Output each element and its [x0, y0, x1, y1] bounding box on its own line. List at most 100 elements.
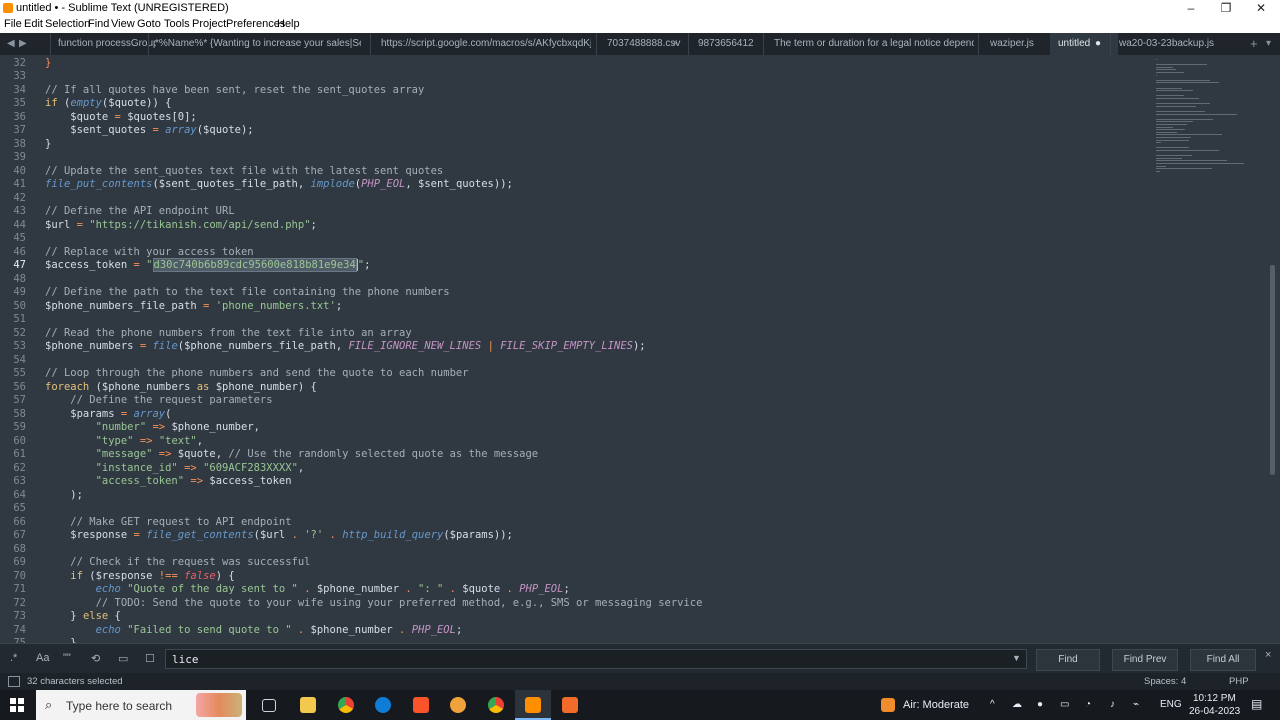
code-line[interactable]: "instance_id" => "609ACF283XXXX", [45, 462, 305, 476]
code-line[interactable]: // Update the sent_quotes text file with… [45, 165, 443, 179]
tab-function-processgroup[interactable]: function processGroup(e [50, 33, 156, 55]
find-button[interactable]: Find [1036, 649, 1100, 671]
tab-phone-number[interactable]: 9873656412 [688, 33, 768, 55]
case-sensitive-icon[interactable]: Aa [36, 652, 49, 664]
new-tab-icon[interactable]: + [1250, 33, 1258, 55]
unsaved-dot-icon[interactable]: ● [1095, 33, 1101, 55]
code-line[interactable]: $phone_numbers_file_path = 'phone_number… [45, 300, 342, 314]
code-line[interactable]: $access_token = "d30c740b6b89cdc95600e81… [45, 258, 370, 273]
code-line[interactable]: "type" => "text", [45, 435, 204, 449]
code-line[interactable]: $params = array( [45, 408, 171, 422]
weather-text[interactable]: Air: Moderate [903, 699, 969, 711]
tab-scroll-left-icon[interactable]: ◀ [7, 33, 15, 55]
code-line[interactable]: "access_token" => $access_token [45, 475, 292, 489]
chrome-icon[interactable] [338, 697, 354, 713]
tab-list-icon[interactable]: ▾ [1266, 33, 1271, 55]
menu-file[interactable]: File [4, 18, 22, 30]
windows-start-icon[interactable] [10, 698, 24, 712]
wifi-icon[interactable]: ◔ [1085, 699, 1091, 710]
find-history-icon[interactable]: ▼ [1012, 653, 1021, 663]
code-line[interactable]: } [45, 57, 51, 71]
menu-find[interactable]: Find [88, 18, 109, 30]
regex-toggle-icon[interactable]: .* [10, 652, 17, 664]
find-prev-button[interactable]: Find Prev [1112, 649, 1178, 671]
code-line[interactable]: // TODO: Send the quote to your wife usi… [45, 597, 703, 611]
brave-icon[interactable] [413, 697, 429, 713]
code-line[interactable]: echo "Failed to send quote to " . $phone… [45, 624, 463, 638]
notifications-icon[interactable]: ▤ [1251, 697, 1262, 711]
menu-view[interactable]: View [111, 18, 135, 30]
tab-script-url[interactable]: https://script.google.com/macros/s/AKfyc… [370, 33, 591, 55]
find-input[interactable]: lice [165, 649, 1027, 669]
close-tab-icon[interactable]: × [672, 33, 678, 55]
menu-goto[interactable]: Goto [137, 18, 161, 30]
file-explorer-icon[interactable] [300, 697, 316, 713]
code-line[interactable]: file_put_contents($sent_quotes_file_path… [45, 178, 513, 192]
vertical-scrollbar[interactable] [1270, 265, 1275, 475]
minimize-button[interactable]: – [1174, 0, 1208, 17]
maximize-button[interactable]: ❐ [1209, 0, 1243, 17]
tab-wa20-backup[interactable]: wa20-03-23backup.js [1110, 33, 1219, 55]
whole-word-icon[interactable]: "" [63, 652, 71, 664]
tab-name-sales[interactable]: *%Name%* {Wanting to increase your sales… [148, 33, 361, 55]
indentation-status[interactable]: Spaces: 4 [1144, 676, 1186, 687]
code-line[interactable]: foreach ($phone_numbers as $phone_number… [45, 381, 317, 395]
code-line[interactable]: $response = file_get_contents($url . '?'… [45, 529, 513, 543]
code-line[interactable]: if (empty($quote)) { [45, 97, 171, 111]
microphone-icon[interactable]: ● [1037, 699, 1043, 710]
code-line[interactable]: } else { [45, 610, 121, 624]
in-selection-icon[interactable]: ▭ [118, 652, 128, 665]
tab-scroll-right-icon[interactable]: ▶ [19, 33, 27, 55]
tab-untitled[interactable]: untitled [1050, 33, 1118, 55]
app-taskbar-icon[interactable] [562, 697, 578, 713]
menu-help[interactable]: Help [277, 18, 300, 30]
code-line[interactable]: "message" => $quote, // Use the randomly… [45, 448, 539, 462]
code-line[interactable]: // Define the API endpoint URL [45, 205, 235, 219]
taskbar-search[interactable]: ⌕ Type here to search [36, 690, 246, 720]
menu-project[interactable]: Project [192, 18, 226, 30]
menu-tools[interactable]: Tools [164, 18, 190, 30]
clock-date[interactable]: 26-04-2023 [1189, 706, 1240, 717]
code-editor[interactable]: 32 33 34 35 36 37 38 39 40 41 42 43 44 45 46 47 48 49 50 51… [0, 55, 1280, 643]
chrome-second-icon[interactable] [488, 697, 504, 713]
code-line[interactable]: if ($response !== false) { [45, 570, 234, 584]
menu-edit[interactable]: Edit [24, 18, 43, 30]
menu-selection[interactable]: Selection [45, 18, 90, 30]
highlight-matches-icon[interactable]: ☐ [145, 652, 155, 665]
code-line[interactable]: // Define the path to the text file cont… [45, 286, 450, 300]
minimap[interactable] [1152, 55, 1262, 195]
code-line[interactable]: $sent_quotes = array($quote); [45, 124, 253, 138]
find-all-button[interactable]: Find All [1190, 649, 1256, 671]
code-line[interactable]: $phone_numbers = file($phone_numbers_fil… [45, 340, 646, 354]
tab-legal-notice[interactable]: The term or duration for a legal notice … [763, 33, 974, 55]
close-button[interactable]: ✕ [1244, 0, 1278, 17]
code-line[interactable]: // Replace with your access token [45, 246, 254, 260]
panel-toggle-icon[interactable] [8, 676, 20, 687]
onedrive-icon[interactable]: ☁ [1012, 699, 1022, 710]
show-hidden-icons[interactable]: ^ [990, 699, 995, 710]
chrome-profile-icon[interactable] [450, 697, 466, 713]
code-line[interactable]: echo "Quote of the day sent to " . $phon… [45, 583, 570, 597]
code-line[interactable]: "number" => $phone_number, [45, 421, 260, 435]
network-icon[interactable]: ⌁ [1133, 699, 1139, 710]
code-line[interactable]: $quote = $quotes[0]; [45, 111, 196, 125]
code-line[interactable]: // Check if the request was successful [45, 556, 310, 570]
code-line[interactable]: // Loop through the phone numbers and se… [45, 367, 469, 381]
wrap-icon[interactable]: ⟲ [91, 652, 100, 665]
clock-time[interactable]: 10:12 PM [1193, 693, 1236, 704]
code-line[interactable]: } [45, 138, 51, 152]
code-line[interactable]: ); [45, 489, 83, 503]
tab-waziper-js[interactable]: waziper.js [978, 33, 1060, 55]
close-find-icon[interactable]: × [1265, 649, 1271, 661]
sublime-taskbar-button[interactable] [515, 690, 551, 720]
code-line[interactable]: $url = "https://tikanish.com/api/send.ph… [45, 219, 317, 233]
edge-icon[interactable] [375, 697, 391, 713]
code-line[interactable]: // Read the phone numbers from the text … [45, 327, 412, 341]
task-view-icon[interactable] [262, 699, 276, 712]
volume-icon[interactable]: ♪ [1110, 699, 1115, 710]
battery-icon[interactable]: ▭ [1060, 699, 1069, 710]
syntax-status[interactable]: PHP [1229, 676, 1249, 687]
input-language[interactable]: ENG [1160, 699, 1182, 710]
code-line[interactable]: // Make GET request to API endpoint [45, 516, 291, 530]
code-line[interactable]: // If all quotes have been sent, reset t… [45, 84, 424, 98]
